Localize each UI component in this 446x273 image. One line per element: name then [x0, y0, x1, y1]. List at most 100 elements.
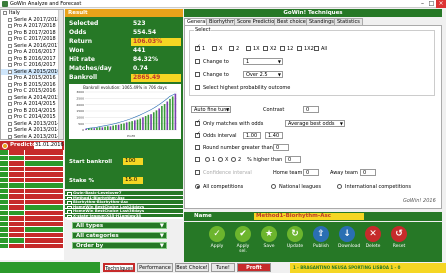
tree-item-label: Pro A 2017/2018 — [14, 23, 56, 29]
tree-checkbox[interactable] — [8, 63, 12, 67]
bet-option-checkbox[interactable] — [229, 46, 234, 51]
odds-min-input[interactable]: 1.00 — [243, 132, 261, 139]
league-tree[interactable]: Italy Serie A 2017/2018 Pro A 2017/2018 Pro… — [0, 9, 64, 140]
tab-tune[interactable]: Tune! — [211, 263, 235, 272]
apply-sel-button[interactable]: ✔ Apply sel. — [234, 226, 252, 254]
tree-checkbox[interactable] — [8, 89, 12, 93]
stake-input[interactable]: 15.0 — [123, 177, 143, 184]
bx-radio-1[interactable] — [205, 157, 210, 162]
predictor-date[interactable]: 31.01.2016 — [34, 142, 64, 149]
tree-checkbox[interactable] — [8, 50, 12, 54]
auto-fine-tune-dropdown[interactable]: Auto fine tune ▼ — [191, 106, 231, 113]
tree-checkbox[interactable] — [8, 30, 12, 35]
prediction-cell — [25, 194, 63, 199]
bet-option-checkbox[interactable] — [212, 46, 217, 51]
tab-profit[interactable]: Profit — [237, 263, 271, 272]
method-item[interactable]: Biorhythm-Biorhythm-Asc — [65, 200, 183, 206]
change-to-2-dropdown[interactable]: Over 2.5 ▼ — [243, 71, 283, 78]
maximize-button[interactable]: □ — [427, 0, 436, 8]
tree-checkbox[interactable] — [8, 115, 12, 119]
contrast-input[interactable]: 0 — [303, 106, 319, 113]
odds-interval-checkbox[interactable] — [195, 131, 201, 138]
tree-checkbox[interactable] — [8, 69, 12, 74]
reset-button[interactable]: ↺ Reset — [390, 226, 408, 249]
method-item[interactable]: Gwin-Basic-Levelover7 — [65, 191, 183, 197]
comp-all-radio[interactable] — [195, 184, 200, 189]
prediction-row[interactable] — [0, 243, 64, 249]
tree-checkbox[interactable] — [8, 108, 12, 113]
bx-radio-x[interactable] — [218, 157, 223, 162]
apply-button[interactable]: ✓ Apply — [208, 226, 226, 249]
higher-than-input[interactable]: 0 — [285, 156, 301, 163]
tab-standings[interactable]: Standings — [306, 18, 337, 25]
close-button[interactable]: × — [436, 0, 446, 8]
delete-button[interactable]: ✕ Delete — [364, 226, 382, 249]
tree-checkbox[interactable] — [8, 17, 12, 22]
tree-checkbox[interactable] — [8, 102, 12, 106]
higher-than-checkbox[interactable] — [195, 157, 200, 162]
tree-checkbox[interactable] — [8, 37, 12, 41]
round-number-checkbox[interactable] — [195, 145, 200, 150]
bet-option-checkbox[interactable] — [314, 46, 319, 51]
start-bankroll-input[interactable]: 100 — [123, 158, 143, 165]
prediction-cell — [0, 150, 8, 155]
prediction-cell — [0, 216, 8, 221]
update-button[interactable]: ↻ Update — [286, 226, 304, 249]
bet-option-checkbox[interactable] — [297, 46, 302, 51]
toolbar-button-label: Delete — [365, 244, 381, 249]
away-team-input[interactable]: 0 — [360, 169, 376, 176]
tab-performance[interactable]: Performance — [137, 263, 173, 272]
change-to-2-checkbox[interactable] — [195, 72, 200, 77]
save-button[interactable]: ★ Save — [260, 226, 278, 249]
tree-checkbox[interactable] — [8, 134, 12, 139]
chart-bar — [163, 104, 166, 130]
prediction-cell — [9, 243, 24, 248]
confidence-interval-checkbox[interactable] — [195, 170, 200, 175]
bet-option-checkbox[interactable] — [246, 46, 251, 51]
tree-checkbox[interactable] — [8, 76, 12, 80]
method-item[interactable]: HomeWin BestChoice Last36days — [65, 209, 183, 215]
prediction-cell — [9, 205, 24, 210]
bx-radio-2[interactable] — [231, 157, 236, 162]
stat-label: Hit rate — [69, 56, 95, 63]
tree-checkbox[interactable] — [8, 43, 12, 48]
tab-techniques[interactable]: Techniques — [103, 263, 135, 272]
prediction-cell — [0, 161, 8, 166]
tree-checkbox[interactable] — [8, 56, 12, 61]
odds-max-input[interactable]: 1.40 — [265, 132, 283, 139]
odds-type-dropdown[interactable]: Average best odds ▼ — [285, 120, 345, 127]
download-button[interactable]: ↓ Download — [338, 226, 360, 249]
round-number-input[interactable]: 0 — [273, 144, 289, 151]
only-matches-odds-checkbox[interactable] — [195, 119, 201, 126]
change-to-1-checkbox[interactable] — [195, 59, 200, 64]
tab-best-choice-bottom[interactable]: Best Choice! — [175, 263, 209, 272]
tree-checkbox[interactable] — [8, 128, 12, 132]
order-dropdown[interactable]: Order by ▼ — [72, 242, 167, 249]
tree-item[interactable]: Serie A 2013/2014 — [1, 134, 63, 139]
change-to-1-dropdown[interactable]: 1 ▼ — [243, 58, 283, 65]
bet-option-checkbox[interactable] — [280, 46, 285, 51]
technique-name-input[interactable]: Method1-Biorhythm-Asc — [254, 213, 364, 220]
tab-best-choice[interactable]: Best choice — [274, 18, 309, 25]
minimize-button[interactable]: – — [418, 0, 427, 8]
method-item[interactable]: X-state-leaguerX35-H1omlow38 — [65, 213, 183, 219]
types-dropdown[interactable]: All types ▼ — [72, 222, 167, 229]
tree-checkbox[interactable] — [8, 121, 12, 126]
categories-dropdown[interactable]: All categories ▼ — [72, 232, 167, 239]
method-list[interactable]: Gwin-Basic-Levelover7 Method1-Biorhythm-A… — [65, 191, 183, 219]
tree-checkbox[interactable] — [8, 24, 12, 28]
tree-checkbox[interactable] — [8, 95, 12, 100]
highest-probability-checkbox[interactable] — [195, 85, 200, 90]
comp-national-radio[interactable] — [271, 184, 276, 189]
tree-checkbox[interactable] — [8, 82, 12, 87]
publish-button[interactable]: ⇪ Publish — [312, 226, 330, 249]
stat-label: Matches/day — [69, 65, 112, 72]
home-team-input[interactable]: 0 — [303, 169, 319, 176]
comp-intl-radio[interactable] — [337, 184, 342, 189]
tree-checkbox[interactable] — [3, 11, 7, 15]
tab-statistics[interactable]: Statistics — [334, 18, 363, 25]
prediction-list[interactable] — [0, 150, 64, 260]
bet-option-checkbox[interactable] — [263, 46, 268, 51]
tree-scrollbar[interactable] — [58, 10, 63, 139]
bet-option-checkbox[interactable] — [195, 44, 201, 51]
